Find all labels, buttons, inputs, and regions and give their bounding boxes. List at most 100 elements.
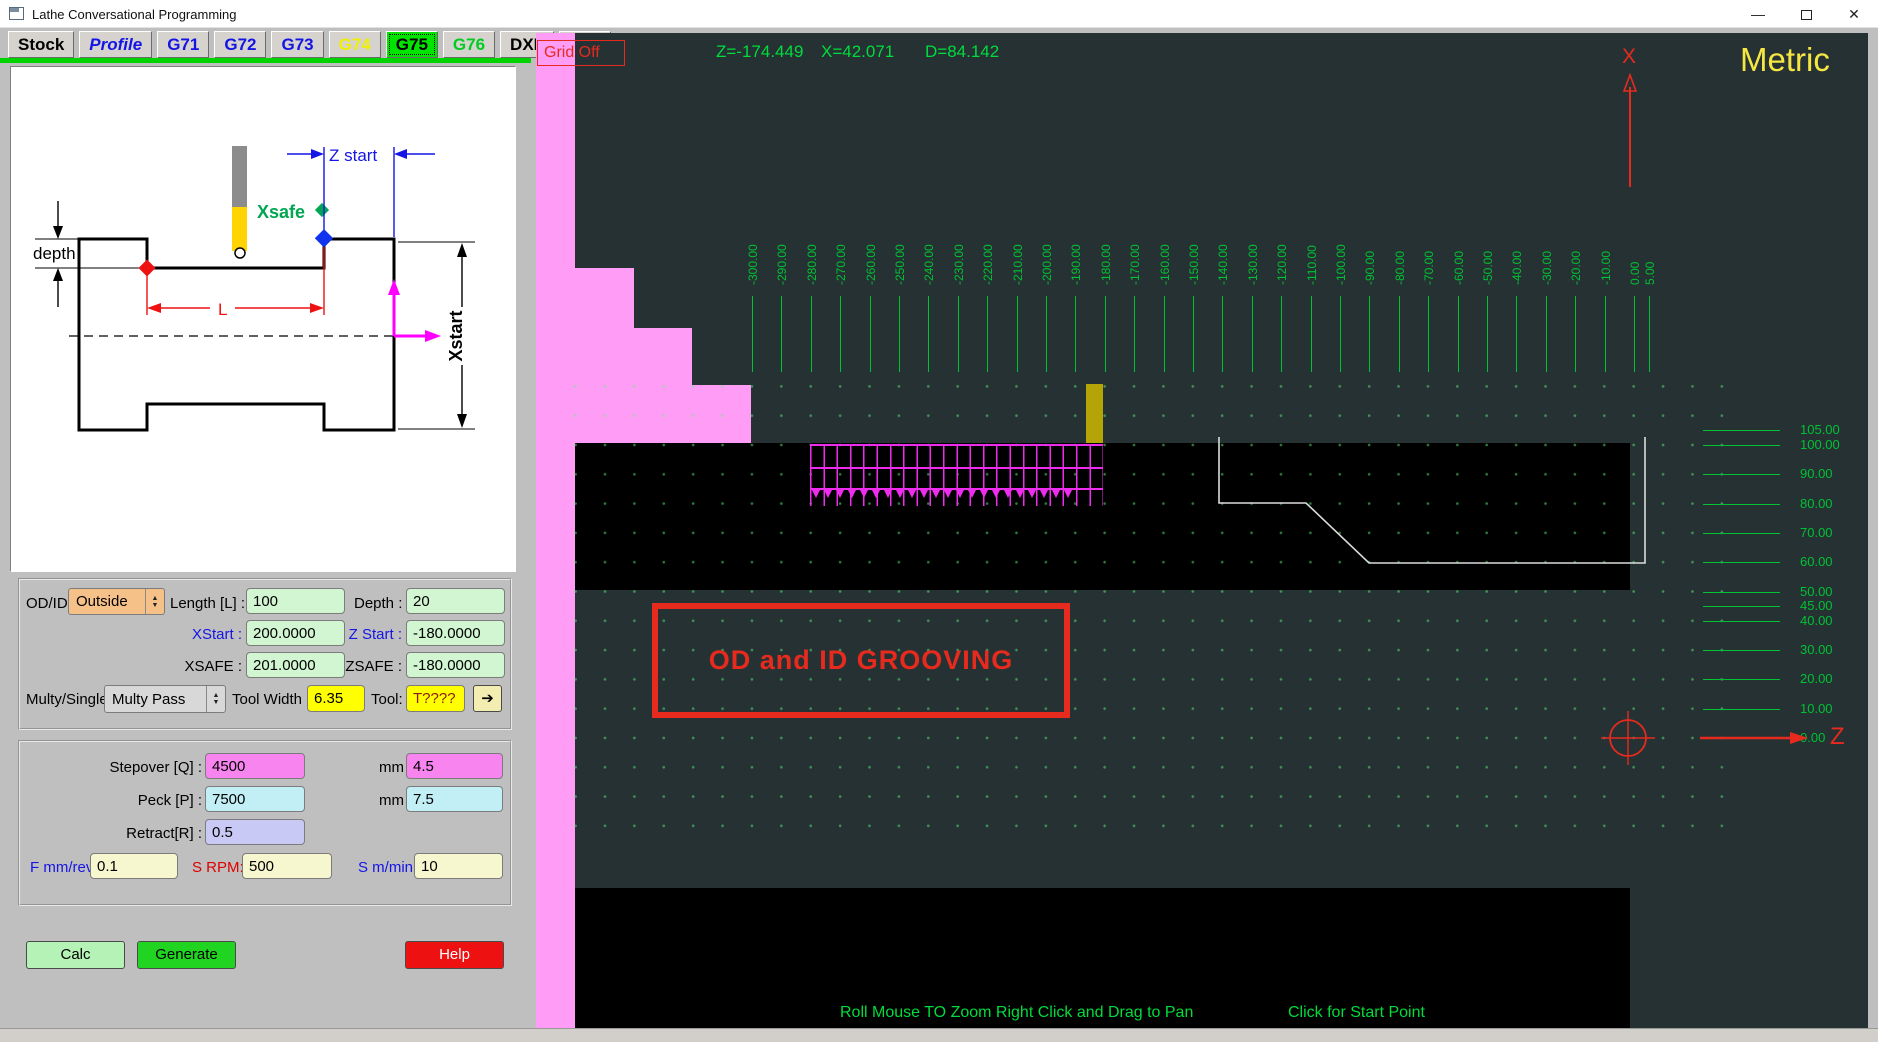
pass-arrow-icon — [848, 490, 856, 502]
start-point-crosshair-icon[interactable] — [1599, 709, 1659, 769]
tab-profile[interactable]: Profile — [79, 31, 152, 58]
title-bar: Lathe Conversational Programming — [0, 0, 1878, 28]
generate-button[interactable]: Generate — [137, 941, 236, 969]
scale-label: 60.00 — [1800, 554, 1833, 570]
ruler-label: -250.00 — [893, 244, 907, 285]
tab-g72[interactable]: G72 — [214, 31, 266, 58]
maximize-button[interactable] — [1782, 0, 1830, 28]
retract-input[interactable] — [205, 819, 305, 845]
ruler-label: -260.00 — [864, 244, 878, 285]
ruler-label: 5.00 — [1643, 262, 1657, 285]
zsafe-input[interactable] — [406, 652, 505, 678]
ruler-label: -40.00 — [1510, 251, 1524, 285]
ruler-label: -140.00 — [1216, 244, 1230, 285]
spinner-arrows-icon[interactable]: ▲▼ — [206, 686, 225, 712]
readout-d: D=84.142 — [925, 42, 999, 62]
x-axis-arrow-icon — [1622, 73, 1642, 191]
surface-speed-input[interactable] — [414, 853, 503, 879]
ruler-tick — [781, 296, 782, 372]
stepover-input[interactable] — [205, 753, 305, 779]
close-button[interactable]: ✕ — [1830, 0, 1878, 28]
ruler-tick — [1369, 296, 1370, 372]
ruler-tick — [752, 296, 753, 372]
tab-g75[interactable]: G75 — [386, 31, 438, 58]
ruler-label: -190.00 — [1069, 244, 1083, 285]
ruler-tick — [1575, 296, 1576, 372]
peck-mm-input[interactable] — [406, 786, 503, 812]
ruler-tick — [987, 296, 988, 372]
scale-line — [1703, 562, 1780, 563]
feed-input[interactable] — [90, 853, 178, 879]
rpm-input[interactable] — [242, 853, 332, 879]
peck-input[interactable] — [205, 786, 305, 812]
z-ruler: -300.00-290.00-280.00-270.00-260.00-250.… — [536, 33, 1868, 393]
pass-arrow-icon — [908, 490, 916, 502]
stepover-label: Stepover [Q] : — [100, 759, 202, 776]
od-id-value: Outside — [69, 593, 145, 610]
scale-line — [1703, 533, 1780, 534]
ruler-label: -110.00 — [1305, 245, 1319, 285]
retract-label: Retract[R] : — [100, 825, 202, 842]
ruler-label: -30.00 — [1540, 251, 1554, 285]
ruler-tick — [1134, 296, 1135, 372]
tab-stock[interactable]: Stock — [8, 31, 74, 58]
length-input[interactable] — [246, 588, 345, 614]
multy-single-select[interactable]: Multy Pass ▲▼ — [104, 685, 226, 713]
scale-label: 90.00 — [1800, 466, 1833, 482]
xsafe-label: Xsafe — [257, 202, 305, 222]
xsafe-input[interactable] — [246, 652, 345, 678]
scale-label: 70.00 — [1800, 525, 1833, 541]
scale-label: 50.00 — [1800, 584, 1833, 600]
ruler-label: -10.00 — [1599, 251, 1613, 285]
xstart-input[interactable] — [246, 620, 345, 646]
stepover-mm-input[interactable] — [406, 753, 503, 779]
minimize-button[interactable]: — — [1734, 0, 1782, 28]
diagram-svg: depth Xsafe Z start L Xstart — [11, 67, 515, 571]
scale-label: 20.00 — [1800, 671, 1833, 687]
ruler-tick — [840, 296, 841, 372]
calc-button[interactable]: Calc — [26, 941, 125, 969]
peck-label: Peck [P] : — [100, 792, 202, 809]
pass-arrow-icon — [968, 490, 976, 502]
tab-g76[interactable]: G76 — [443, 31, 495, 58]
od-id-label: OD/ID — [26, 595, 68, 612]
scale-line — [1703, 606, 1780, 607]
length-label: L — [218, 300, 227, 319]
ruler-label: 0.00 — [1628, 262, 1642, 285]
pass-arrow-icon — [1016, 490, 1024, 502]
readout-x: X=42.071 — [821, 42, 894, 62]
tab-g74[interactable]: G74 — [329, 31, 381, 58]
tool-width-input[interactable] — [307, 685, 365, 712]
feed-label: F mm/rev — [30, 859, 93, 876]
tool-shank — [232, 146, 247, 207]
zstart-input[interactable] — [406, 620, 505, 646]
od-id-select[interactable]: Outside ▲▼ — [68, 588, 165, 615]
ruler-tick — [1252, 296, 1253, 372]
start-point-hint: Click for Start Point — [1288, 1004, 1425, 1022]
ruler-tick — [1428, 296, 1429, 372]
tab-g71[interactable]: G71 — [157, 31, 209, 58]
tool-width-label: Tool Width : — [232, 691, 310, 708]
spinner-arrows-icon[interactable]: ▲▼ — [145, 589, 164, 614]
selected-tab-underline — [0, 58, 531, 63]
tool-select-arrow-button[interactable]: ➔ — [473, 685, 502, 712]
multy-single-value: Multy Pass — [105, 691, 206, 708]
tool-input[interactable] — [406, 685, 465, 712]
scale-line — [1703, 474, 1780, 475]
stock-step — [692, 385, 751, 443]
ruler-tick — [1164, 296, 1165, 372]
scale-label: 80.00 — [1800, 496, 1833, 512]
help-button[interactable]: Help — [405, 941, 504, 969]
grid-toggle-button[interactable]: Grid Off — [537, 40, 625, 66]
ruler-label: -130.00 — [1246, 244, 1260, 285]
pass-arrow-icon — [1040, 490, 1048, 502]
xsafe-field-label: XSAFE : — [170, 658, 242, 675]
ruler-label: -70.00 — [1422, 251, 1436, 285]
ruler-tick — [1516, 296, 1517, 372]
tab-g73[interactable]: G73 — [271, 31, 323, 58]
ruler-label: -200.00 — [1040, 244, 1054, 285]
depth-input[interactable] — [406, 588, 505, 614]
window-title: Lathe Conversational Programming — [32, 7, 237, 22]
ruler-tick — [1193, 296, 1194, 372]
machining-preview-canvas[interactable]: -300.00-290.00-280.00-270.00-260.00-250.… — [536, 33, 1868, 1028]
